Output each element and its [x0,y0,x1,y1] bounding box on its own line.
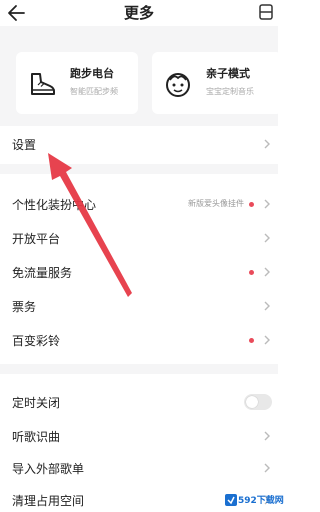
row-label: 百变彩铃 [12,334,61,348]
personalization-row[interactable]: 个性化装扮中心 新版爱头像挂件 [0,188,278,220]
data-free-service-row[interactable]: 免流量服务 [0,256,278,288]
new-badge-dot [249,202,254,207]
chevron-right-icon [264,335,270,345]
card-title: 跑步电台 [70,67,114,80]
row-label: 导入外部歌单 [12,462,85,476]
song-recognition-row[interactable]: 听歌识曲 [0,420,278,452]
section-divider [0,364,278,374]
sleep-timer-toggle[interactable] [244,394,272,410]
settings-row[interactable]: 设置 [0,128,278,160]
row-label: 清理占用空间 [12,494,85,508]
card-subtitle: 宝宝定制音乐 [206,87,254,96]
ringtone-row[interactable]: 百变彩铃 [0,324,278,356]
row-label: 听歌识曲 [12,430,61,444]
child-face-icon [160,66,196,102]
more-menu-button[interactable] [258,3,274,21]
chevron-right-icon [264,233,270,243]
open-platform-row[interactable]: 开放平台 [0,222,278,254]
settings-list: 设置 个性化装扮中心 新版爱头像挂件 开放平台 免流量服务 票务 百变彩铃 定时… [0,126,278,512]
row-label: 个性化装扮中心 [12,198,97,212]
new-badge-dot [249,270,254,275]
running-shoe-icon [24,66,60,102]
chevron-right-icon [264,139,270,149]
settings-label: 设置 [12,138,37,152]
menu-icon [259,4,273,20]
row-label: 开放平台 [12,232,61,246]
section-divider [0,164,278,174]
new-badge-dot [249,338,254,343]
row-label: 票务 [12,300,37,314]
card-subtitle: 智能匹配步频 [70,87,118,96]
feature-cards: 跑步电台 智能匹配步频 亲子模式 宝宝定制音乐 [0,26,282,126]
chevron-right-icon [264,431,270,441]
chevron-right-icon [264,199,270,209]
row-label: 免流量服务 [12,266,73,280]
chevron-right-icon [264,267,270,277]
kids-mode-card[interactable]: 亲子模式 宝宝定制音乐 [152,52,282,114]
site-watermark: 592下载网 [224,492,284,508]
card-title: 亲子模式 [206,67,250,80]
watermark-text: 592下载网 [238,496,284,506]
watermark-logo-icon [225,494,237,506]
top-bar: 更多 [0,0,278,26]
chevron-right-icon [264,301,270,311]
row-label: 定时关闭 [12,396,61,410]
tickets-row[interactable]: 票务 [0,290,278,322]
chevron-right-icon [264,463,270,473]
import-playlist-row[interactable]: 导入外部歌单 [0,452,278,484]
page-title: 更多 [123,4,154,22]
sleep-timer-row[interactable]: 定时关闭 [0,386,278,418]
row-hint: 新版爱头像挂件 [188,199,244,208]
running-radio-card[interactable]: 跑步电台 智能匹配步频 [16,52,138,114]
toggle-knob [246,396,258,408]
